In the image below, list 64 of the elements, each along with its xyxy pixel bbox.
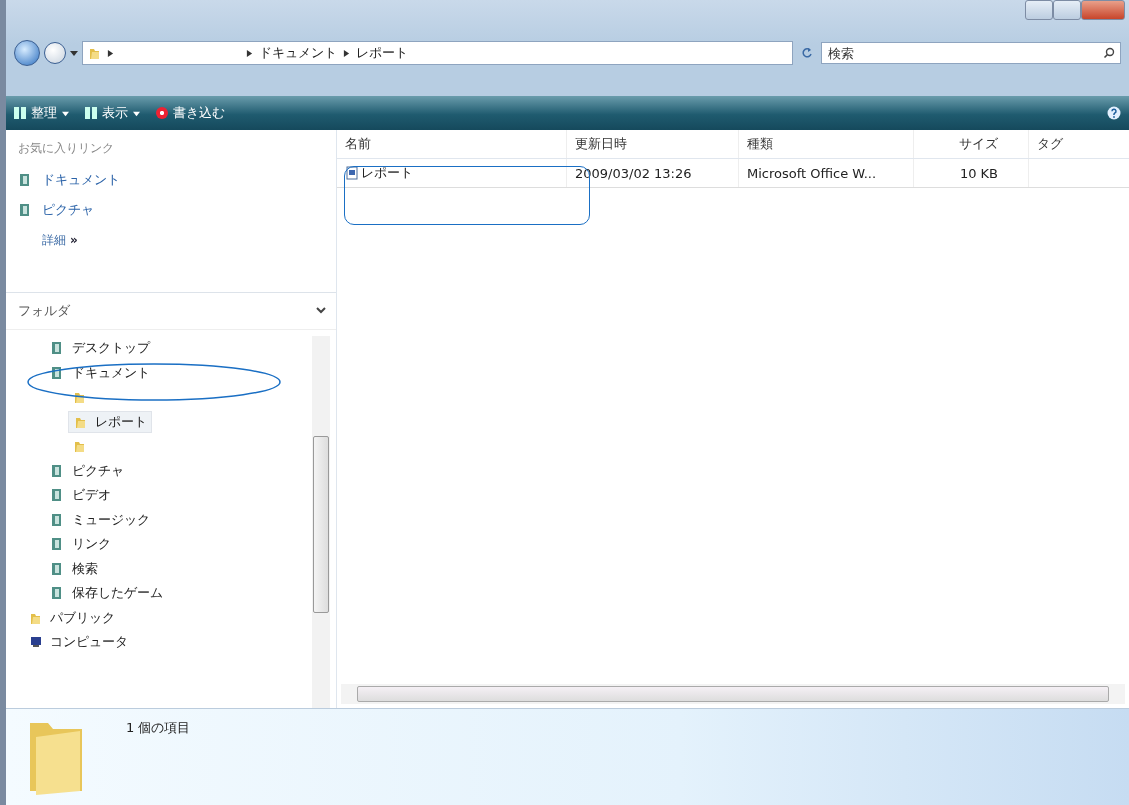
tree-item[interactable]: ミュージック <box>46 509 154 530</box>
help-icon[interactable] <box>1107 106 1121 120</box>
more-link[interactable]: 詳細 » <box>42 225 336 255</box>
toolbar-button[interactable]: 整理 <box>14 104 69 122</box>
tree-item[interactable]: パブリック <box>24 607 119 628</box>
toolbar-button[interactable]: 書き込む <box>156 104 225 122</box>
arrow-icon <box>343 49 350 57</box>
library-icon <box>50 463 64 478</box>
file-name[interactable]: レポート <box>361 164 413 182</box>
folder-icon <box>72 390 86 405</box>
library-icon <box>50 561 64 576</box>
arrow-icon <box>107 49 114 57</box>
caret-icon[interactable] <box>70 49 78 57</box>
library-icon <box>50 512 64 527</box>
column-header[interactable]: タグ <box>1029 130 1129 158</box>
table-cell: Microsoft Office W... <box>747 165 877 181</box>
favorite-link[interactable]: ドキュメント <box>18 165 336 195</box>
search-field[interactable]: 検索 <box>821 42 1121 64</box>
table-cell: 10 KB <box>959 165 998 181</box>
forward-button[interactable] <box>44 42 66 64</box>
folder-icon <box>72 439 86 454</box>
library-icon <box>50 341 64 356</box>
library-icon <box>50 586 64 601</box>
tree-item[interactable]: ピクチャ <box>46 460 128 481</box>
section-title: フォルダ <box>18 302 70 320</box>
tree-item[interactable]: コンピュータ <box>24 632 132 653</box>
tree-item[interactable]: レポート <box>68 410 152 433</box>
toolbar-button[interactable]: 表示 <box>85 104 140 122</box>
tree-item[interactable]: リンク <box>46 534 115 555</box>
tree-item[interactable]: 検索 <box>46 558 102 579</box>
close-button[interactable] <box>1081 0 1125 20</box>
favorite-link[interactable]: ピクチャ <box>18 195 336 225</box>
library-icon <box>18 173 32 187</box>
computer-icon <box>28 635 42 650</box>
minimize-button[interactable] <box>1025 0 1053 20</box>
library-icon <box>50 488 64 503</box>
tree-item[interactable]: 保存したゲーム <box>46 583 167 604</box>
library-icon <box>50 365 64 380</box>
address-bar[interactable]: ドキュメント レポート <box>82 41 793 65</box>
section-title: お気に入りリンク <box>18 140 115 157</box>
column-header[interactable]: サイズ <box>914 130 1029 158</box>
tree-item[interactable]: デスクトップ <box>46 338 154 359</box>
tree-item[interactable]: ビデオ <box>46 485 115 506</box>
search-icon <box>1103 47 1115 59</box>
chevron-icon[interactable] <box>316 307 326 315</box>
caret-icon <box>133 109 140 117</box>
table-cell: 2009/03/02 13:26 <box>575 165 692 181</box>
maximize-button[interactable] <box>1053 0 1081 20</box>
back-button[interactable] <box>14 40 40 66</box>
item-count: 1 個の項目 <box>126 719 191 737</box>
breadcrumb[interactable]: ドキュメント <box>259 44 337 62</box>
arrow-icon <box>246 49 253 57</box>
disc-icon <box>156 107 168 119</box>
column-header[interactable]: 種類 <box>739 130 914 158</box>
library-icon <box>50 537 64 552</box>
document-icon <box>345 166 359 180</box>
caret-icon <box>62 109 69 117</box>
breadcrumb[interactable]: レポート <box>356 44 408 62</box>
library-icon <box>18 203 32 217</box>
scrollbar[interactable] <box>341 684 1125 704</box>
column-header[interactable]: 更新日時 <box>567 130 739 158</box>
column-header[interactable]: 名前 <box>337 130 567 158</box>
folder-icon <box>87 46 101 60</box>
scrollbar[interactable] <box>312 336 330 708</box>
